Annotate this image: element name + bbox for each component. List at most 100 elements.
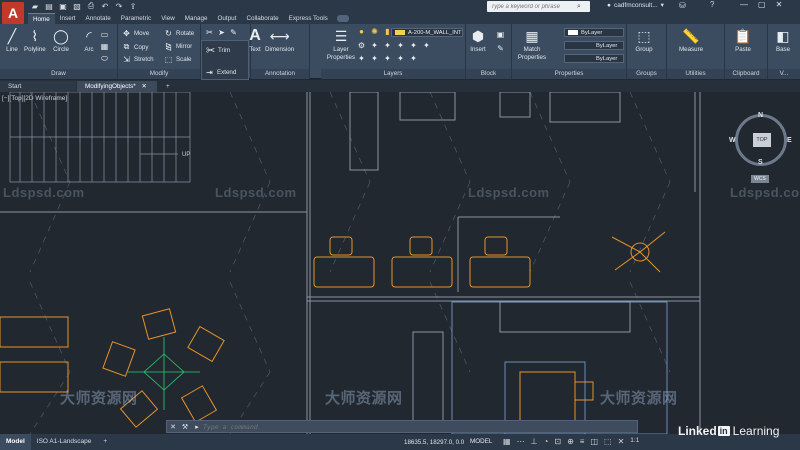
tab-annotate[interactable]: Annotate xyxy=(81,13,116,24)
transparency-icon[interactable]: ◫ xyxy=(590,437,598,446)
search-input[interactable] xyxy=(491,3,577,10)
share-icon[interactable]: ⇪ xyxy=(128,1,138,11)
extend-menu-item[interactable]: ⇥ Extend xyxy=(205,68,236,77)
match-properties-tool[interactable]: ▦ Match Properties xyxy=(516,26,548,62)
tab-model[interactable]: Model xyxy=(0,434,31,450)
groups-panel-label[interactable]: Groups xyxy=(627,69,666,79)
layer-tool-icon[interactable]: ✦ xyxy=(370,54,379,63)
linetype-dropdown[interactable]: ByLayer xyxy=(564,41,624,50)
layer-dropdown[interactable]: A-200-M_WALL_INT xyxy=(391,28,463,37)
minimize-button[interactable]: — xyxy=(740,0,748,9)
lineweight-dropdown[interactable]: ByLayer xyxy=(564,54,624,63)
insert-tool[interactable]: ⬢ Insert xyxy=(469,26,487,54)
block-extra-2[interactable]: ✎ xyxy=(496,44,505,53)
layer-tool-icon[interactable]: ✦ xyxy=(396,41,405,50)
compass-east[interactable]: E xyxy=(787,137,792,144)
compass-west[interactable]: W xyxy=(729,137,736,144)
new-tab-button[interactable]: + xyxy=(158,81,178,92)
trim-menu-item[interactable]: ✂ Trim xyxy=(206,44,230,57)
tab-insert[interactable]: Insert xyxy=(55,13,81,24)
layer-tool-icon[interactable]: ✦ xyxy=(357,54,366,63)
group-tool[interactable]: ⬚ Group xyxy=(635,26,653,54)
modify-panel-label[interactable]: Modify xyxy=(118,69,200,79)
snap-icon[interactable]: ⋯ xyxy=(517,437,525,446)
utilities-panel-label[interactable]: Utilities xyxy=(667,69,724,79)
layer-tool-icon[interactable]: ✦ xyxy=(409,41,418,50)
wrench-icon[interactable]: ⚒ xyxy=(179,423,191,431)
block-extra-1[interactable]: ▣ xyxy=(496,30,505,39)
tab-layout[interactable]: ISO A1-Landscape xyxy=(31,434,98,450)
otrack-icon[interactable]: ⊕ xyxy=(567,437,574,446)
polyline-tool[interactable]: ⌇ Polyline xyxy=(24,26,46,54)
arc-tool[interactable]: ◜ Arc xyxy=(80,26,98,54)
layer-tool-icon[interactable]: ✦ xyxy=(383,41,392,50)
lightbulb-icon[interactable]: ● xyxy=(357,27,366,36)
compass-south[interactable]: S xyxy=(758,159,763,166)
layer-tool-icon[interactable]: ✦ xyxy=(383,54,392,63)
tab-parametric[interactable]: Parametric xyxy=(116,13,156,24)
selection-icon[interactable]: ⬚ xyxy=(604,437,612,446)
search-box[interactable]: ⌕ xyxy=(487,1,590,12)
layer-properties-tool[interactable]: ☰ Layer Properties xyxy=(325,26,357,62)
open-icon[interactable]: ▤ xyxy=(44,1,54,11)
tab-output[interactable]: Output xyxy=(213,13,242,24)
grid-icon[interactable]: ▦ xyxy=(503,437,511,446)
command-input[interactable] xyxy=(203,422,623,431)
copy-tool[interactable]: ⧉ Copy xyxy=(122,42,149,52)
compass-north[interactable]: N xyxy=(758,112,763,119)
close-icon[interactable]: ✕ xyxy=(167,423,179,431)
cart-icon[interactable]: ⛁ xyxy=(679,1,686,10)
print-icon[interactable]: ⎙ xyxy=(86,1,96,11)
tab-express-tools[interactable]: Express Tools xyxy=(284,13,333,24)
circle-tool[interactable]: ◯ Circle xyxy=(52,26,70,54)
undo-icon[interactable]: ↶ xyxy=(100,1,110,11)
sun-icon[interactable]: ✺ xyxy=(370,27,379,36)
tab-collaborate[interactable]: Collaborate xyxy=(241,13,283,24)
annotation-icon[interactable]: ✕ xyxy=(618,437,625,446)
stretch-tool[interactable]: ⇲ Stretch xyxy=(122,55,153,64)
properties-panel-label[interactable]: Properties xyxy=(512,69,626,79)
layer-tool-icon[interactable]: ✦ xyxy=(409,54,418,63)
base-view-tool[interactable]: ◧ Base xyxy=(774,26,792,54)
polar-icon[interactable]: ◔ xyxy=(544,437,549,446)
layers-panel-label[interactable]: Layers xyxy=(321,69,465,79)
scale-tool[interactable]: ⬚ Scale xyxy=(164,55,192,64)
wcs-menu[interactable]: WCS xyxy=(751,175,769,183)
tab-home[interactable]: Home xyxy=(28,13,55,24)
add-layout-button[interactable]: + xyxy=(97,434,113,450)
osnap-icon[interactable]: ⊡ xyxy=(554,437,561,446)
tab-start[interactable]: Start xyxy=(0,81,76,92)
app-logo[interactable]: A xyxy=(2,2,24,24)
close-icon[interactable]: ✕ xyxy=(142,83,147,90)
lineweight-icon[interactable]: ≡ xyxy=(580,437,585,446)
redo-icon[interactable]: ↷ xyxy=(114,1,124,11)
dimension-tool[interactable]: ⟷ Dimension xyxy=(265,26,294,54)
model-space-button[interactable]: MODEL xyxy=(470,438,492,445)
draw-panel-label[interactable]: Draw xyxy=(0,69,117,79)
tab-view[interactable]: View xyxy=(156,13,180,24)
user-menu[interactable]: ● cadfmconsult... ▾ xyxy=(607,1,664,10)
annotation-panel-label[interactable]: Annotation xyxy=(251,69,309,79)
cursor-coordinates[interactable]: 18635.5, 18297.0, 0.0 xyxy=(404,439,464,446)
layer-tool-icon[interactable]: ⚙ xyxy=(357,41,366,50)
draw-extra-2[interactable]: ▦ xyxy=(100,42,109,51)
tab-manage[interactable]: Manage xyxy=(180,13,213,24)
save-as-icon[interactable]: ▧ xyxy=(72,1,82,11)
layer-tool-icon[interactable]: ✦ xyxy=(422,41,431,50)
draw-extra-3[interactable]: ⬭ xyxy=(100,54,109,64)
folder-icon[interactable]: ▰ xyxy=(30,1,40,11)
annotation-scale[interactable]: 1:1 xyxy=(630,437,639,446)
draw-extra-1[interactable]: ▭ xyxy=(100,30,109,39)
mirror-tool[interactable]: ⧎ Mirror xyxy=(164,42,192,51)
restore-button[interactable]: ▢ xyxy=(758,0,766,9)
rotate-tool[interactable]: ↻ Rotate xyxy=(164,29,194,38)
move-tool[interactable]: ✥ Move xyxy=(122,29,149,38)
viewcube-top-face[interactable]: TOP xyxy=(753,133,771,147)
layer-tool-icon[interactable]: ✦ xyxy=(370,41,379,50)
measure-tool[interactable]: 📏 Measure xyxy=(679,26,703,54)
layer-tool-icon[interactable]: ✦ xyxy=(396,54,405,63)
block-panel-label[interactable]: Block xyxy=(466,69,511,79)
ribbon-minimize-toggle[interactable] xyxy=(336,15,349,22)
clipboard-panel-label[interactable]: Clipboard xyxy=(725,69,767,79)
tab-active-drawing[interactable]: ModifyingObjects* ✕ xyxy=(77,81,157,92)
